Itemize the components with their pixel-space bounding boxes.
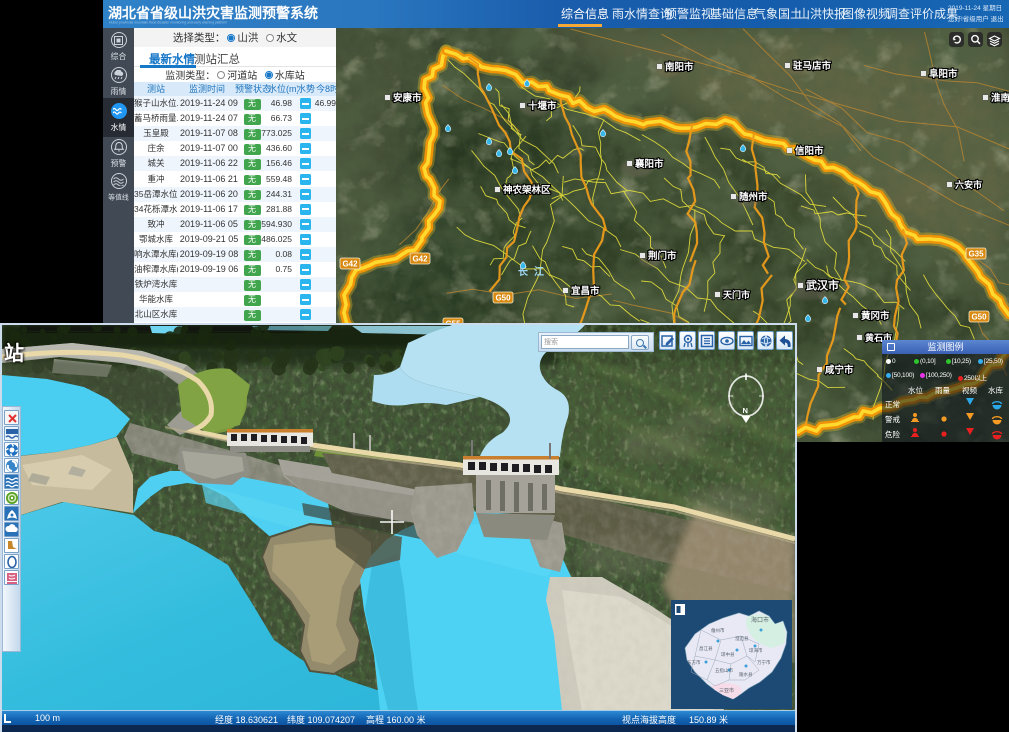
svg-text:危险: 危险 xyxy=(885,429,900,439)
svg-text:陵水县: 陵水县 xyxy=(739,671,753,678)
svg-text:武汉市: 武汉市 xyxy=(806,278,839,292)
svg-text:荆门市: 荆门市 xyxy=(648,250,677,262)
svg-text:六安市: 六安市 xyxy=(955,179,982,190)
svg-text:G42: G42 xyxy=(412,255,428,264)
svg-text:水位: 水位 xyxy=(908,385,923,395)
svg-text:淮南: 淮南 xyxy=(991,92,1009,104)
svg-text:咸宁市: 咸宁市 xyxy=(824,364,854,376)
svg-text:正常: 正常 xyxy=(885,400,900,409)
svg-text:驻马店市: 驻马店市 xyxy=(793,60,832,72)
svg-text:澄迈县: 澄迈县 xyxy=(735,635,749,642)
svg-text:N: N xyxy=(743,406,748,415)
svg-text:南阳市: 南阳市 xyxy=(665,61,694,73)
svg-text:安康市: 安康市 xyxy=(393,92,422,104)
svg-text:雨量: 雨量 xyxy=(935,386,950,395)
svg-text:G50: G50 xyxy=(495,294,511,303)
svg-text:五指山市: 五指山市 xyxy=(715,667,733,674)
svg-text:琼中县: 琼中县 xyxy=(721,651,735,658)
svg-text:黄冈市: 黄冈市 xyxy=(861,310,890,322)
svg-text:视频: 视频 xyxy=(962,385,977,395)
svg-text:神农架林区: 神农架林区 xyxy=(503,184,551,196)
svg-text:G42: G42 xyxy=(342,260,358,269)
svg-text:警戒: 警戒 xyxy=(885,414,900,424)
svg-text:随州市: 随州市 xyxy=(739,191,768,203)
svg-text:襄阳市: 襄阳市 xyxy=(634,158,664,170)
svg-text:海口市: 海口市 xyxy=(751,616,769,624)
svg-text:G50: G50 xyxy=(971,313,987,322)
svg-text:三亚市: 三亚市 xyxy=(719,687,734,694)
svg-text:十堰市: 十堰市 xyxy=(528,100,557,112)
svg-text:天门市: 天门市 xyxy=(723,289,750,300)
svg-text:东方市: 东方市 xyxy=(687,659,701,666)
svg-text:儋州市: 儋州市 xyxy=(711,627,725,634)
svg-text:宜昌市: 宜昌市 xyxy=(571,285,600,297)
svg-text:昌江县: 昌江县 xyxy=(699,645,713,652)
svg-text:信阳市: 信阳市 xyxy=(795,145,824,157)
svg-text:G35: G35 xyxy=(968,250,984,259)
svg-text:阜阳市: 阜阳市 xyxy=(929,68,958,80)
svg-text:万宁市: 万宁市 xyxy=(757,659,771,666)
svg-text:水库: 水库 xyxy=(988,385,1003,395)
svg-text:琼海市: 琼海市 xyxy=(749,647,763,654)
